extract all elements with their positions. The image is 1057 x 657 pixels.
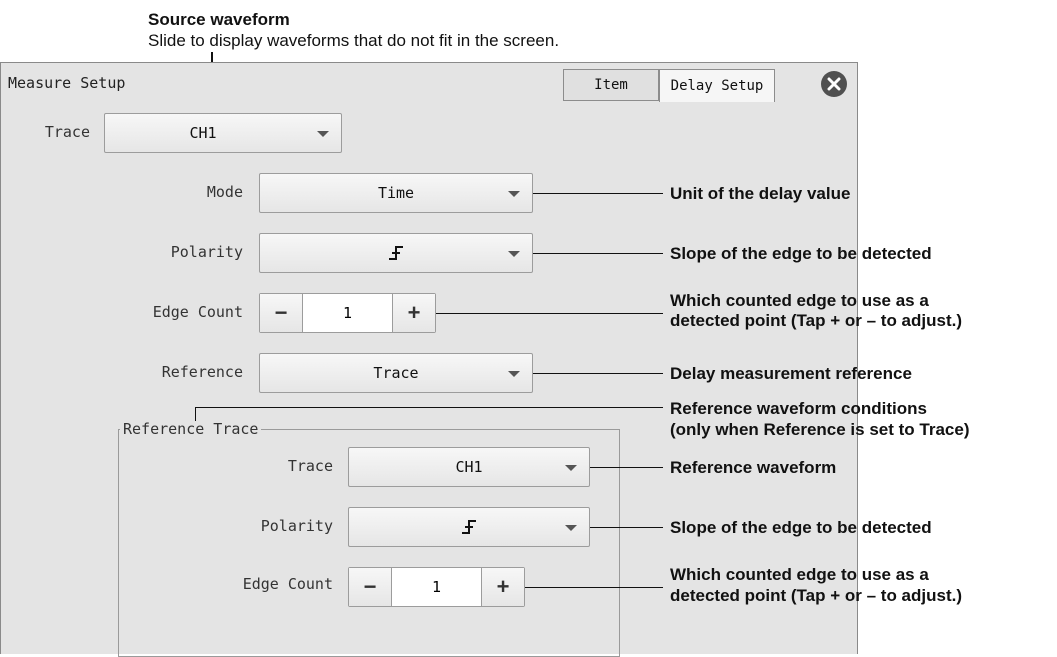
chevron-down-icon <box>508 251 520 257</box>
ref-edge-count-stepper[interactable]: − 1 + <box>348 567 525 607</box>
annotation-edge-count-4: detected point (Tap + or – to adjust.) <box>670 586 963 605</box>
annotation-ref-cond-2: (only when Reference is set to Trace) <box>670 420 970 439</box>
mode-value: Time <box>377 184 415 202</box>
leader-line-polarity <box>533 253 663 254</box>
trace-value: CH1 <box>189 124 217 142</box>
leader-line-ref-wave <box>590 467 663 468</box>
reference-trace-group-title: Reference Trace <box>120 420 262 438</box>
tab-item[interactable]: Item <box>563 69 659 101</box>
dialog-title: Measure Setup <box>8 74 126 92</box>
annotation-ref-wave: Reference waveform <box>670 458 837 477</box>
ref-polarity-label: Polarity <box>260 517 333 535</box>
annotation-edge-count-2: detected point (Tap + or – to adjust.) <box>670 311 963 330</box>
rising-edge-icon <box>389 246 403 260</box>
mode-label: Mode <box>206 183 243 201</box>
rising-edge-icon <box>462 520 476 534</box>
close-icon <box>827 77 841 91</box>
leader-line-ref-cond-tick <box>195 407 196 421</box>
increment-button[interactable]: + <box>393 294 435 332</box>
decrement-button[interactable]: − <box>349 568 391 606</box>
annotation-edge-count-1: Which counted edge to use as a <box>670 291 929 310</box>
annotation-unit-delay: Unit of the delay value <box>670 184 851 203</box>
reference-value: Trace <box>373 364 419 382</box>
ref-trace-dropdown[interactable]: CH1 <box>348 447 590 487</box>
ref-trace-value: CH1 <box>455 458 483 476</box>
trace-dropdown[interactable]: CH1 <box>104 113 342 153</box>
decrement-button[interactable]: − <box>260 294 302 332</box>
ref-edge-count-label: Edge Count <box>242 575 333 593</box>
annotation-ref-cond-1: Reference waveform conditions <box>670 399 927 418</box>
annotation-edge-count-3: Which counted edge to use as a <box>670 565 929 584</box>
leader-line-ref-cond <box>195 407 663 408</box>
polarity-label: Polarity <box>170 243 243 261</box>
leader-line-edge-count <box>436 313 663 314</box>
close-button[interactable] <box>821 71 847 97</box>
mode-dropdown[interactable]: Time <box>259 173 533 213</box>
annotation-slope-2: Slope of the edge to be detected <box>670 518 932 537</box>
leader-line-ref-edge-count <box>525 587 663 588</box>
reference-dropdown[interactable]: Trace <box>259 353 533 393</box>
reference-label: Reference <box>161 363 243 381</box>
leader-line-reference <box>533 373 663 374</box>
trace-label: Trace <box>44 123 90 141</box>
source-waveform-desc: Slide to display waveforms that do not f… <box>148 31 560 50</box>
polarity-dropdown[interactable] <box>259 233 533 273</box>
increment-button[interactable]: + <box>482 568 524 606</box>
tab-delay-setup[interactable]: Delay Setup <box>659 69 775 102</box>
source-waveform-title: Source waveform <box>148 10 290 29</box>
edge-count-stepper[interactable]: − 1 + <box>259 293 436 333</box>
edge-count-label: Edge Count <box>152 303 243 321</box>
chevron-down-icon <box>565 525 577 531</box>
chevron-down-icon <box>508 371 520 377</box>
annotation-slope: Slope of the edge to be detected <box>670 244 932 263</box>
ref-trace-label: Trace <box>287 457 333 475</box>
leader-line-mode <box>533 193 663 194</box>
leader-line-ref-polarity <box>590 527 663 528</box>
chevron-down-icon <box>317 131 329 137</box>
ref-edge-count-value[interactable]: 1 <box>391 568 482 606</box>
edge-count-value[interactable]: 1 <box>302 294 393 332</box>
chevron-down-icon <box>565 465 577 471</box>
chevron-down-icon <box>508 191 520 197</box>
ref-polarity-dropdown[interactable] <box>348 507 590 547</box>
annotation-delay-ref: Delay measurement reference <box>670 364 912 383</box>
